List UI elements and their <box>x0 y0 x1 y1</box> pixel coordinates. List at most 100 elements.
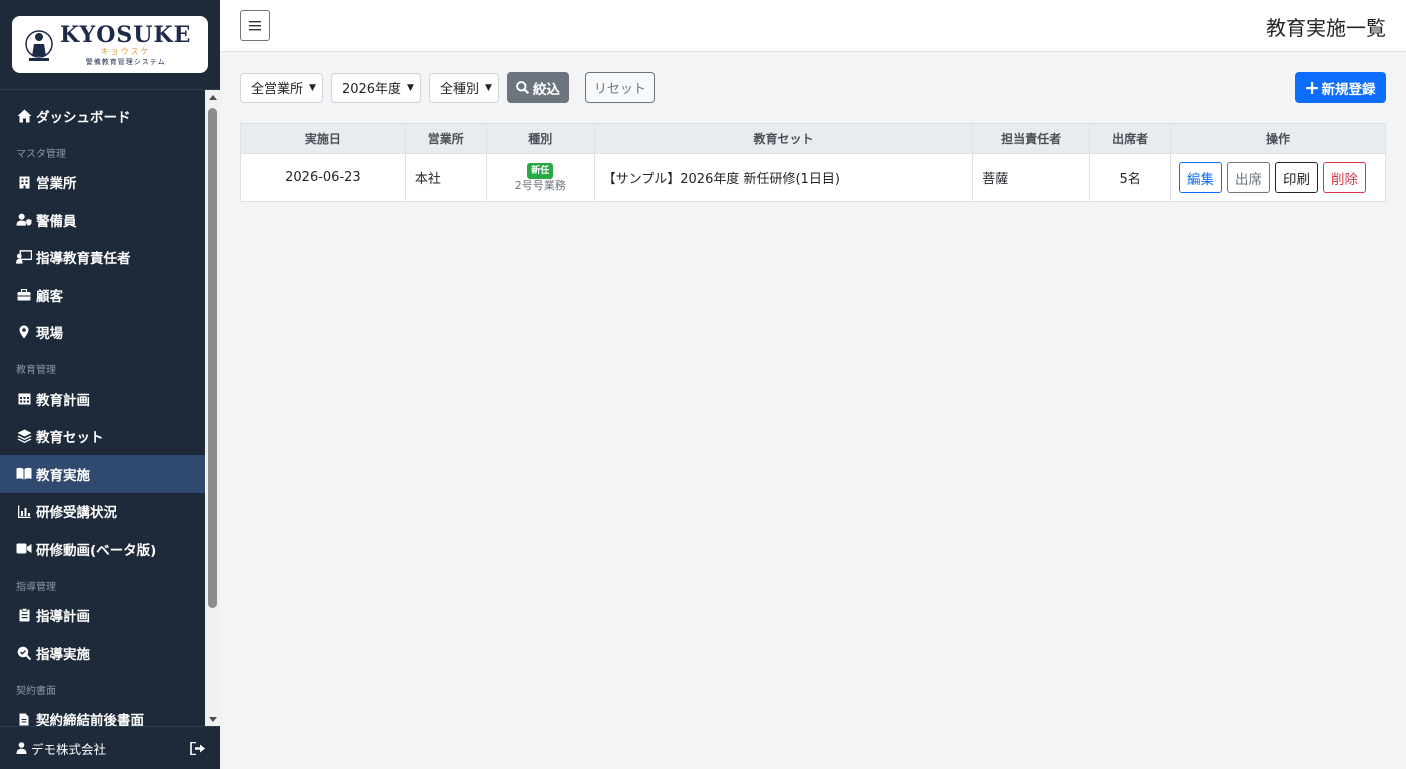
reset-button[interactable]: リセット <box>584 72 655 103</box>
column-header-actions: 操作 <box>1170 123 1386 154</box>
column-header-office[interactable]: 営業所 <box>404 123 487 154</box>
edit-button[interactable]: 編集 <box>1179 162 1223 193</box>
cell-attendees: 5名 <box>1089 153 1172 202</box>
sidebar-item-label: 営業所 <box>36 176 77 193</box>
sidebar-item-guards[interactable]: 警備員 <box>0 201 205 239</box>
hamburger-menu-button[interactable] <box>240 10 270 41</box>
chalkboard-teacher-icon <box>16 249 32 265</box>
sidebar-item-instructors[interactable]: 指導教育責任者 <box>0 239 205 277</box>
new-registration-label: 新規登録 <box>1321 81 1376 98</box>
sidebar-item-guidance-plan[interactable]: 指導計画 <box>0 597 205 635</box>
column-header-attendees[interactable]: 出席者 <box>1089 123 1172 154</box>
sidebar-item-education-plan[interactable]: 教育計画 <box>0 380 205 418</box>
sidebar-item-training-status[interactable]: 研修受講状況 <box>0 493 205 531</box>
sidebar-item-contract-documents[interactable]: 契約締結前後書面 <box>0 701 205 726</box>
sidebar-section-title: マスタ管理 <box>16 148 66 160</box>
hamburger-icon <box>249 21 261 31</box>
column-header-responsible[interactable]: 担当責任者 <box>972 123 1091 154</box>
scroll-up-arrow-icon[interactable] <box>205 90 220 104</box>
map-pin-icon <box>16 324 32 340</box>
attendance-button[interactable]: 出席 <box>1227 162 1271 193</box>
book-open-icon <box>16 466 32 482</box>
user-shield-icon <box>16 212 32 228</box>
cell-office: 本社 <box>404 153 487 202</box>
sidebar-item-label: 教育計画 <box>36 392 90 409</box>
chevron-down-icon: ▼ <box>309 82 316 93</box>
user-name: デモ株式会社 <box>31 741 107 757</box>
sidebar-item-label: ダッシュボード <box>36 109 131 126</box>
sidebar-item-sites[interactable]: 現場 <box>0 314 205 352</box>
filter-bar: 全営業所 ▼ 2026年度 ▼ 全種別 ▼ 絞込 リセット <box>240 72 655 103</box>
page-title: 教育実施一覧 <box>1266 16 1386 40</box>
sidebar-item-label: 教育セット <box>36 430 104 447</box>
office-select-value: 全営業所 <box>251 82 304 97</box>
sidebar-scrollbar[interactable] <box>205 90 220 726</box>
sidebar-item-education-set[interactable]: 教育セット <box>0 418 205 456</box>
building-icon <box>16 174 32 190</box>
sidebar-item-dashboard[interactable]: ダッシュボード <box>0 97 205 135</box>
logo-area: KYOSUKE キョウスケ 警備教育管理システム <box>0 0 220 90</box>
sidebar-section-title: 契約書面 <box>16 685 56 697</box>
sidebar-section-title: 教育管理 <box>16 365 56 376</box>
sidebar-item-guidance-execution[interactable]: 指導実施 <box>0 634 205 672</box>
cell-kind: 新任 2号号業務 <box>485 153 595 202</box>
sidebar-item-label: 教育実施 <box>36 467 90 484</box>
education-execution-table: 実施日 営業所 種別 教育セット 担当責任者 出席者 操作 2026-06-23… <box>240 123 1386 202</box>
chevron-down-icon: ▼ <box>407 82 414 93</box>
sidebar-item-training-video[interactable]: 研修動画(ベータ版) <box>0 530 205 568</box>
delete-button[interactable]: 削除 <box>1323 162 1367 193</box>
sidebar-item-label: 指導実施 <box>36 646 90 663</box>
sidebar-item-label: 顧客 <box>36 288 63 305</box>
file-icon <box>16 711 32 726</box>
kind-select[interactable]: 全種別 ▼ <box>428 72 499 103</box>
new-registration-button[interactable]: 新規登録 <box>1295 72 1386 103</box>
sidebar-item-offices[interactable]: 営業所 <box>0 164 205 202</box>
logo-title: KYOSUKE <box>60 21 192 48</box>
top-bar: 教育実施一覧 <box>220 0 1406 52</box>
logo-kana: キョウスケ <box>100 46 151 56</box>
sidebar-item-label: 契約締結前後書面 <box>36 713 144 726</box>
table-row: 2026-06-23 本社 新任 2号号業務 【サンプル】2026年度 新任研修… <box>240 153 1386 202</box>
table-header-row: 実施日 営業所 種別 教育セット 担当責任者 出席者 操作 <box>240 123 1386 154</box>
sidebar-item-education-execution[interactable]: 教育実施 <box>0 455 205 493</box>
scroll-down-arrow-icon[interactable] <box>205 712 220 726</box>
kind-text: 2号号業務 <box>514 178 566 192</box>
year-select-value: 2026年度 <box>341 82 402 97</box>
user-icon <box>16 742 27 754</box>
column-header-kind[interactable]: 種別 <box>485 123 595 154</box>
clipboard-icon <box>16 607 32 623</box>
current-user[interactable]: デモ株式会社 <box>16 739 190 758</box>
sidebar-item-label: 指導計画 <box>36 609 90 626</box>
video-icon <box>16 541 32 557</box>
scrollbar-thumb[interactable] <box>208 108 217 608</box>
status-badge: 新任 <box>527 162 554 179</box>
sidebar-item-label: 現場 <box>36 326 63 343</box>
cell-responsible: 菩薩 <box>972 153 1091 202</box>
layers-icon <box>16 428 32 444</box>
home-icon <box>16 108 32 124</box>
sidebar-item-label: 警備員 <box>36 213 77 230</box>
logout-icon[interactable] <box>190 741 206 755</box>
print-button[interactable]: 印刷 <box>1275 162 1319 193</box>
plus-icon <box>1305 81 1318 94</box>
sidebar-item-label: 指導教育責任者 <box>36 251 131 268</box>
column-header-set[interactable]: 教育セット <box>593 123 974 154</box>
cell-actions: 編集 出席 印刷 削除 <box>1170 153 1386 202</box>
cell-date: 2026-06-23 <box>240 153 406 202</box>
sidebar-item-label: 研修受講状況 <box>36 505 117 522</box>
filter-button-label: 絞込 <box>532 81 560 98</box>
sidebar-item-customers[interactable]: 顧客 <box>0 276 205 314</box>
reset-button-label: リセット <box>593 82 646 97</box>
bar-chart-icon <box>16 503 32 519</box>
calendar-icon <box>16 391 32 407</box>
chevron-down-icon: ▼ <box>484 82 492 93</box>
search-check-icon <box>16 645 32 661</box>
year-select[interactable]: 2026年度 ▼ <box>330 72 421 103</box>
logo-subtitle: 警備教育管理システム <box>85 57 166 66</box>
logo-mark-icon <box>25 29 53 61</box>
column-header-date[interactable]: 実施日 <box>240 123 406 154</box>
filter-button[interactable]: 絞込 <box>506 72 569 103</box>
office-select[interactable]: 全営業所 ▼ <box>240 72 323 103</box>
logo[interactable]: KYOSUKE キョウスケ 警備教育管理システム <box>12 16 208 73</box>
search-icon <box>516 81 529 94</box>
